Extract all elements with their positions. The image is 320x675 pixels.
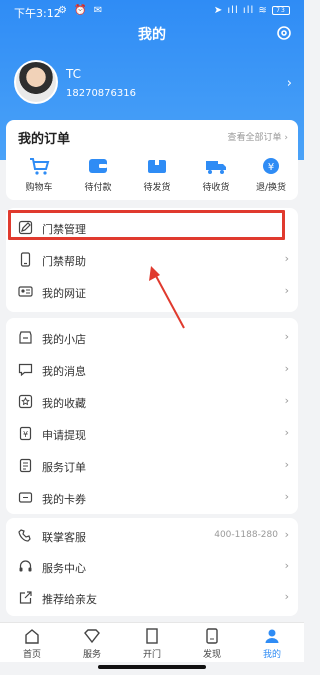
discover-icon [206,628,218,644]
door-icon [146,628,158,644]
tab-service[interactable]: 服务 [62,627,122,660]
tab-discover[interactable]: 发现 [182,627,242,660]
profile-icon [265,629,279,643]
tab-label: 首页 [22,650,41,660]
tab-label: 我的 [262,650,281,660]
home-indicator [98,665,206,669]
red-arrow-annotation [149,266,185,329]
tab-profile[interactable]: 我的 [242,627,302,660]
tab-label: 服务 [82,650,101,660]
home-icon [25,629,39,644]
tab-label: 发现 [202,650,221,660]
bottom-tab-bar: 首页 服务 开门 发现 我的 [0,622,304,662]
tab-label: 开门 [142,650,161,660]
tab-open-door[interactable]: 开门 [122,627,182,660]
diamond-icon [84,629,100,644]
tab-home[interactable]: 首页 [2,627,62,660]
